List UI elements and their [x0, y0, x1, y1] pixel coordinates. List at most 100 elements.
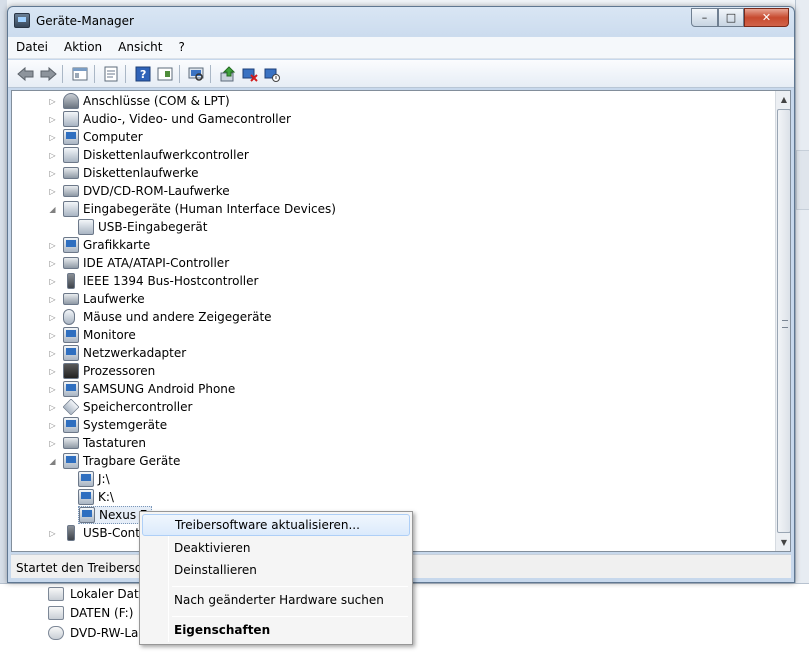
scroll-down-icon[interactable]: ▼ [776, 534, 790, 551]
tree-item-samsung-android[interactable]: ▷ SAMSUNG Android Phone [48, 380, 235, 398]
tree-item-system-devices[interactable]: ▷ Systemgeräte [48, 416, 167, 434]
tree-item-network[interactable]: ▷ Netzwerkadapter [48, 344, 186, 362]
expand-arrow-icon[interactable]: ▷ [48, 367, 57, 376]
collapse-arrow-icon[interactable]: ◢ [48, 205, 57, 214]
scrollbar-grip-icon [782, 320, 788, 328]
expand-arrow-icon[interactable]: ▷ [48, 97, 57, 106]
tree-item-floppy-drives[interactable]: ▷ Diskettenlaufwerke [48, 164, 198, 182]
title-bar[interactable]: Geräte-Manager – □ ✕ [8, 7, 794, 35]
expand-arrow-icon[interactable]: ▷ [48, 133, 57, 142]
dvd-drive-icon [63, 185, 79, 197]
tree-item-hid[interactable]: ◢ Eingabegeräte (Human Interface Devices) [48, 200, 336, 218]
menu-separator [172, 586, 408, 587]
update-driver-button[interactable] [218, 64, 238, 84]
collapse-arrow-icon[interactable]: ◢ [48, 457, 57, 466]
tree-item-ports[interactable]: ▷ Anschlüsse (COM & LPT) [48, 92, 230, 110]
properties-button[interactable] [101, 64, 121, 84]
expand-arrow-icon[interactable]: ▷ [48, 385, 57, 394]
uninstall-button[interactable] [240, 64, 260, 84]
menu-help[interactable]: ? [170, 37, 192, 59]
menu-properties[interactable]: Eigenschaften [142, 619, 410, 641]
expand-arrow-icon[interactable]: ▷ [48, 439, 57, 448]
processor-icon [63, 363, 79, 379]
maximize-button[interactable]: □ [718, 8, 744, 27]
tree-item-ieee1394[interactable]: ▷ IEEE 1394 Bus-Hostcontroller [48, 272, 258, 290]
portable-device-icon [78, 471, 94, 487]
tree-item-keyboards[interactable]: ▷ Tastaturen [48, 434, 146, 452]
tree-item-drive-k[interactable]: K:\ [78, 488, 114, 506]
menu-scan-hardware[interactable]: Nach geänderter Hardware suchen [142, 589, 410, 611]
tree-item-processors[interactable]: ▷ Prozessoren [48, 362, 155, 380]
expand-arrow-icon[interactable]: ▷ [48, 241, 57, 250]
svg-text:?: ? [140, 68, 146, 81]
display-adapter-icon [63, 237, 79, 253]
expand-arrow-icon[interactable]: ▷ [48, 115, 57, 124]
menu-aktion[interactable]: Aktion [56, 37, 110, 59]
firewire-icon [67, 273, 75, 289]
device-manager-app-icon[interactable] [14, 13, 30, 28]
tree-item-drive-j[interactable]: J:\ [78, 470, 110, 488]
toolbar-separator [210, 65, 211, 83]
close-button[interactable]: ✕ [744, 8, 789, 27]
tree-item-usb-input[interactable]: USB-Eingabegerät [78, 218, 207, 236]
expand-arrow-icon[interactable]: ▷ [48, 259, 57, 268]
device-tree[interactable]: ▷ Anschlüsse (COM & LPT) ▷ Audio-, Video- … [11, 90, 791, 552]
keyboard-icon [63, 437, 79, 449]
scan-hardware-button[interactable] [186, 64, 206, 84]
background-scrollbar-thumb[interactable] [796, 150, 809, 210]
disable-button[interactable] [262, 64, 282, 84]
expand-arrow-icon[interactable]: ▷ [48, 331, 57, 340]
tree-item-mice[interactable]: ▷ Mäuse und andere Zeigegeräte [48, 308, 272, 326]
forward-button[interactable] [38, 64, 58, 84]
menu-uninstall[interactable]: Deinstallieren [142, 559, 410, 581]
expand-arrow-icon[interactable]: ▷ [48, 187, 57, 196]
scroll-up-icon[interactable]: ▲ [776, 91, 790, 108]
back-button[interactable] [16, 64, 36, 84]
storage-controller-icon [62, 398, 80, 416]
minimize-button[interactable]: – [691, 8, 718, 27]
tree-item-monitors[interactable]: ▷ Monitore [48, 326, 136, 344]
menu-disable[interactable]: Deaktivieren [142, 537, 410, 559]
menu-separator [172, 616, 408, 617]
tree-item-storage-controller[interactable]: ▷ Speichercontroller [48, 398, 192, 416]
menu-update-driver[interactable]: Treibersoftware aktualisieren... [142, 514, 410, 536]
expand-arrow-icon[interactable]: ▷ [48, 151, 57, 160]
tree-item-dvd-drives[interactable]: ▷ DVD/CD-ROM-Laufwerke [48, 182, 229, 200]
ide-controller-icon [63, 257, 79, 269]
background-drive-item[interactable]: DVD-RW-Lau [48, 623, 146, 643]
expand-arrow-icon[interactable]: ▷ [48, 277, 57, 286]
tree-item-audio[interactable]: ▷ Audio-, Video- und Gamecontroller [48, 110, 291, 128]
expand-arrow-icon[interactable]: ▷ [48, 529, 57, 538]
usb-icon [67, 525, 75, 541]
tree-item-portable-devices[interactable]: ◢ Tragbare Geräte [48, 452, 180, 470]
view-button[interactable] [155, 64, 175, 84]
expand-arrow-icon[interactable]: ▷ [48, 313, 57, 322]
help-button[interactable]: ? [133, 64, 153, 84]
computer-icon [63, 129, 79, 145]
expand-arrow-icon[interactable]: ▷ [48, 421, 57, 430]
expand-arrow-icon[interactable]: ▷ [48, 295, 57, 304]
expand-arrow-icon[interactable]: ▷ [48, 403, 57, 412]
show-hide-tree-button[interactable] [70, 64, 90, 84]
tree-item-ide[interactable]: ▷ IDE ATA/ATAPI-Controller [48, 254, 229, 272]
disk-drive-icon [63, 293, 79, 305]
tree-item-floppy-controller[interactable]: ▷ Diskettenlaufwerkcontroller [48, 146, 249, 164]
expand-arrow-icon[interactable]: ▷ [48, 349, 57, 358]
background-drive-item[interactable]: DATEN (F:) [48, 603, 133, 623]
tree-item-drives[interactable]: ▷ Laufwerke [48, 290, 144, 308]
scrollbar-thumb[interactable] [777, 109, 790, 533]
system-device-icon [63, 417, 79, 433]
background-drive-item[interactable]: Lokaler Daten [48, 584, 154, 604]
toolbar-separator [94, 65, 95, 83]
properties-icon [104, 66, 118, 82]
vertical-scrollbar[interactable]: ▲ ▼ [775, 91, 790, 551]
tree-item-computer[interactable]: ▷ Computer [48, 128, 143, 146]
toolbar-separator [62, 65, 63, 83]
tree-item-usb-controller[interactable]: ▷ USB-Contro [48, 524, 152, 542]
tree-item-graphics[interactable]: ▷ Grafikkarte [48, 236, 150, 254]
update-driver-icon [220, 66, 236, 82]
expand-arrow-icon[interactable]: ▷ [48, 169, 57, 178]
menu-ansicht[interactable]: Ansicht [110, 37, 170, 59]
window-title: Geräte-Manager [36, 14, 134, 28]
menu-datei[interactable]: Datei [8, 37, 56, 59]
